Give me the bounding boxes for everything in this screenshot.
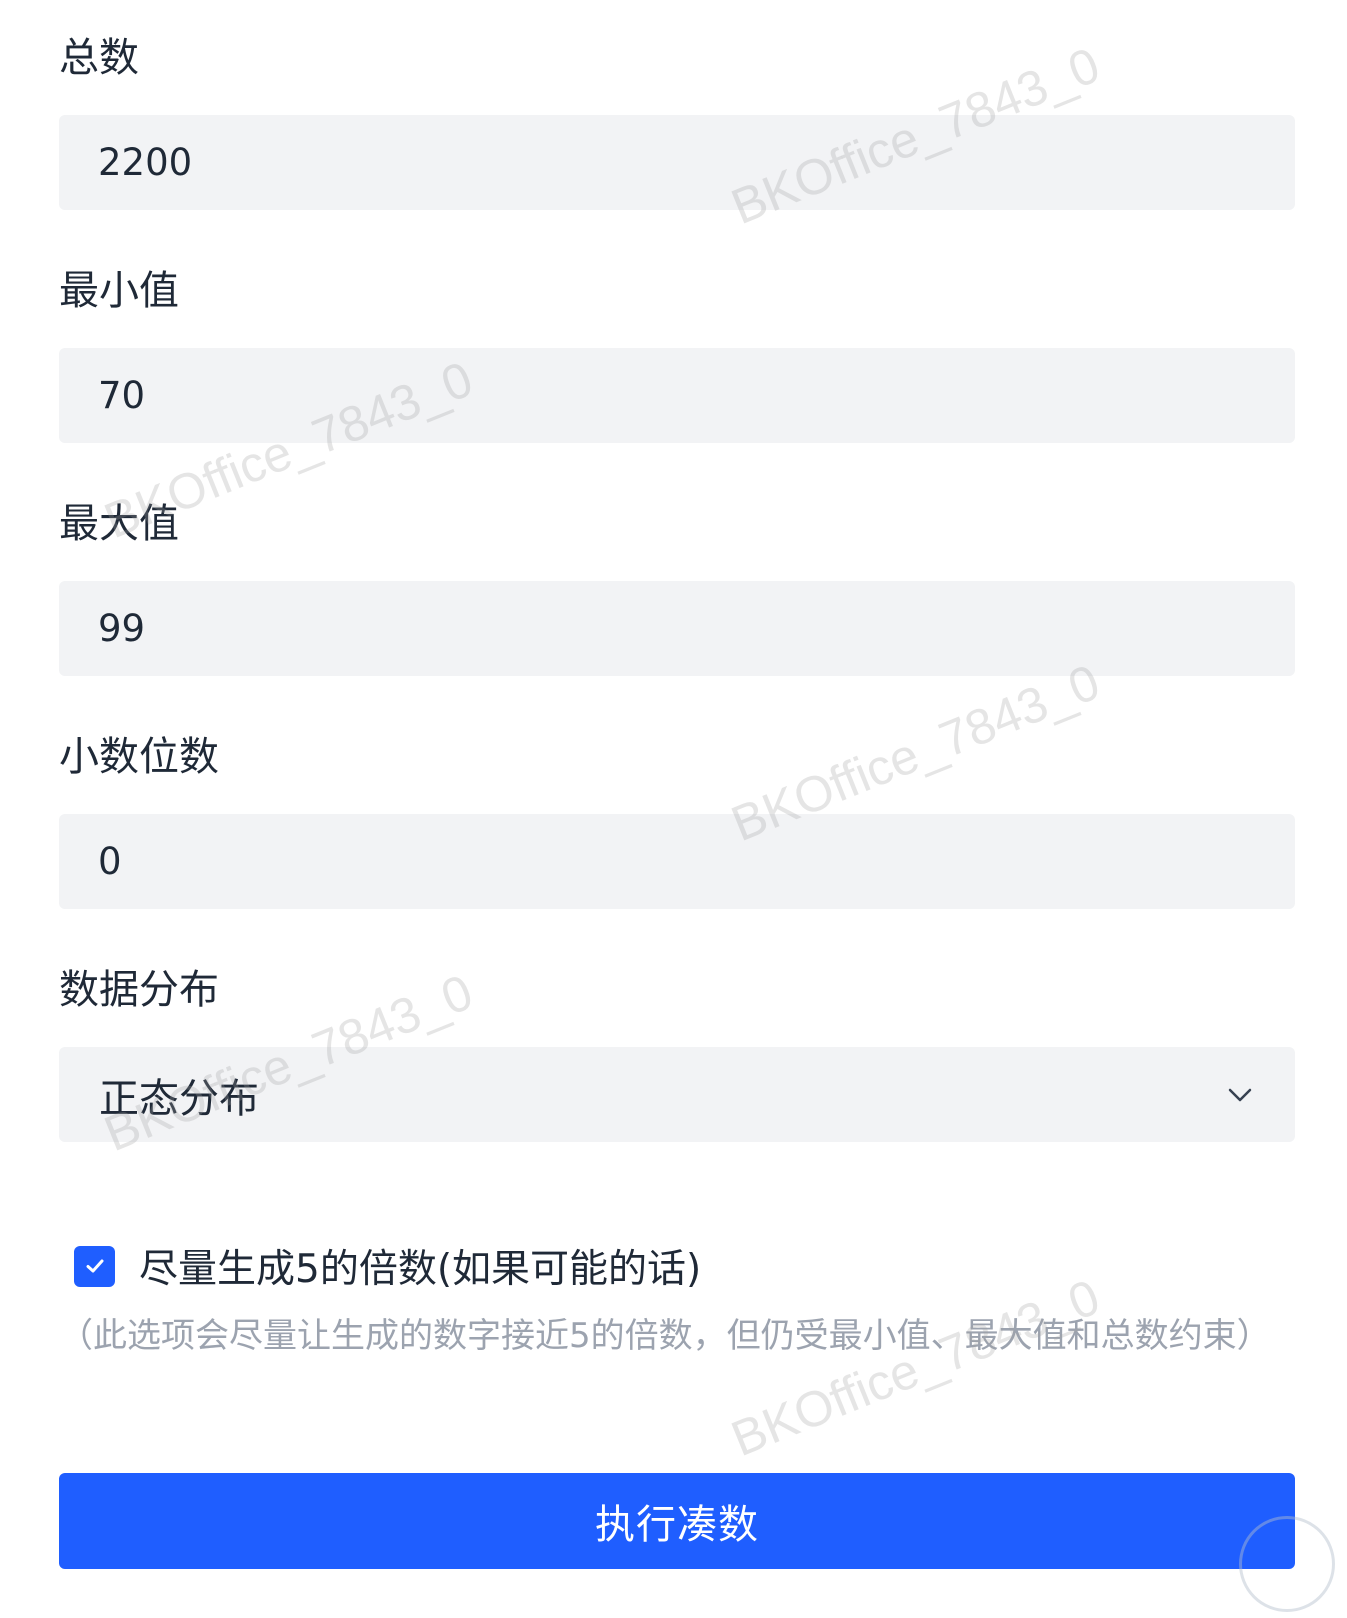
min-value-label: 最小值 xyxy=(59,268,179,314)
total-input[interactable]: 2200 xyxy=(59,115,1295,210)
distribution-select[interactable]: 正态分布 xyxy=(59,1047,1295,1142)
check-icon xyxy=(86,1259,103,1273)
multiple-of-five-option[interactable]: 尽量生成5的倍数(如果可能的话) xyxy=(74,1238,701,1294)
run-button[interactable]: 执行凑数 xyxy=(59,1473,1295,1569)
multiple-of-five-label[interactable]: 尽量生成5的倍数(如果可能的话) xyxy=(139,1238,701,1294)
total-label: 总数 xyxy=(59,35,139,81)
max-value-label: 最大值 xyxy=(59,501,179,547)
multiple-of-five-checkbox[interactable] xyxy=(74,1245,115,1287)
chevron-down-icon xyxy=(1225,1080,1255,1110)
max-value-input[interactable]: 99 xyxy=(59,581,1295,676)
multiple-of-five-help-text: （此选项会尽量让生成的数字接近5的倍数，但仍受最小值、最大值和总数约束） xyxy=(59,1316,1271,1356)
decimal-places-label: 小数位数 xyxy=(59,734,219,780)
min-value-input[interactable]: 70 xyxy=(59,348,1295,443)
watermark-text: BKOffice_7843_0 xyxy=(723,1268,1108,1468)
decimal-places-input[interactable]: 0 xyxy=(59,814,1295,909)
distribution-selected-value: 正态分布 xyxy=(99,1075,259,1122)
distribution-label: 数据分布 xyxy=(59,967,219,1013)
